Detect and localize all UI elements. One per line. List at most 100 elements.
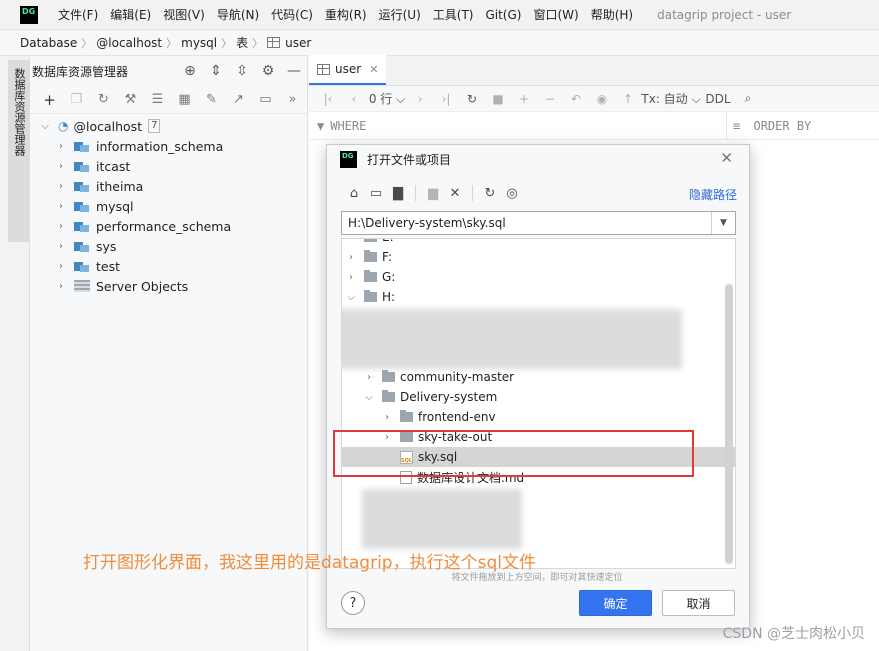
jump-to-icon[interactable]: ↗ [225,92,252,107]
project-folder-icon[interactable]: ▇ [387,186,409,201]
breadcrumb-localhost[interactable]: @localhost [96,36,162,50]
ddl-button[interactable]: DDL [701,92,735,106]
home-icon[interactable]: ⌂ [343,186,365,201]
tab-user[interactable]: user ✕ [309,55,387,85]
where-filter[interactable]: ▼ WHERE [309,111,727,140]
tree-schema-row[interactable]: › test [30,256,307,276]
next-page-icon[interactable]: › [407,92,433,106]
tree-drive-h[interactable]: ⌵ H: [342,287,735,307]
collapse-all-icon[interactable]: ⇳ [229,63,255,79]
tree-schema-row[interactable]: › itcast [30,156,307,176]
tree-schema-row[interactable]: › information_schema [30,136,307,156]
more-icon[interactable]: » [279,92,306,107]
minimize-icon[interactable]: — [281,63,307,79]
refresh-icon[interactable]: ↻ [90,92,117,107]
close-icon[interactable]: ✕ [369,63,378,76]
ok-button[interactable]: 确定 [579,590,652,616]
tree-drive-f[interactable]: › F: [342,247,735,267]
tree-schema-row[interactable]: › sys [30,236,307,256]
tree-schema-row[interactable]: › mysql [30,196,307,216]
breadcrumb-database[interactable]: Database [20,36,77,50]
menu-git[interactable]: Git(G) [479,8,527,22]
delete-row-icon[interactable]: − [537,92,563,106]
chevron-right-icon[interactable]: › [54,141,68,152]
chevron-down-icon[interactable]: ⌵ [344,292,358,303]
add-icon[interactable]: + [36,91,63,109]
tree-scrollbar[interactable] [725,284,733,564]
tree-folder-delivery[interactable]: ⌵ Delivery-system [342,387,735,407]
menu-file[interactable]: 文件(F) [52,6,104,23]
tree-drive-e[interactable]: › E: [342,239,735,247]
first-page-icon[interactable]: |‹ [315,92,341,106]
chevron-right-icon[interactable]: › [380,412,394,423]
add-row-icon[interactable]: + [511,92,537,106]
tree-schema-row[interactable]: › itheima [30,176,307,196]
edit-icon[interactable]: ✎ [198,92,225,107]
menu-edit[interactable]: 编辑(E) [104,6,157,23]
submit-icon[interactable]: ↑ [615,92,641,106]
breadcrumb-user[interactable]: user [285,36,311,50]
tree-folder-frontend[interactable]: › frontend-env [342,407,735,427]
folder-icon [382,370,395,382]
chevron-right-icon[interactable]: › [54,281,68,292]
database-explorer-tab[interactable]: 数据库资源管理器 [8,60,30,242]
chevron-down-icon[interactable]: ⌵ [362,392,376,403]
refresh-icon[interactable]: ↻ [479,186,501,201]
menu-view[interactable]: 视图(V) [157,6,211,23]
menu-navigate[interactable]: 导航(N) [211,6,265,23]
breadcrumb-mysql[interactable]: mysql [181,36,217,50]
chevron-right-icon[interactable]: › [54,161,68,172]
database-icon[interactable]: ☰ [144,92,171,107]
previous-page-icon[interactable]: ‹ [341,92,367,106]
rows-selector[interactable]: 0 行 ⌵ [367,90,407,107]
show-hidden-icon[interactable]: ◎ [501,186,523,201]
close-icon[interactable]: ✕ [720,149,733,167]
chevron-right-icon[interactable]: › [54,201,68,212]
menu-code[interactable]: 代码(C) [265,6,319,23]
copy-icon[interactable]: ❐ [63,92,90,107]
refresh-icon[interactable]: ↻ [459,92,485,106]
chevron-right-icon[interactable]: › [344,252,358,263]
delete-icon[interactable]: ✕ [444,186,466,201]
chevron-right-icon[interactable]: › [54,221,68,232]
table-editor-icon[interactable]: ▦ [171,92,198,107]
tree-host-row[interactable]: ⌵ ◔ @localhost 7 [30,116,307,136]
stop-icon[interactable]: ■ [485,92,511,106]
last-page-icon[interactable]: ›| [433,92,459,106]
orderby-filter[interactable]: ≡ ORDER BY [727,119,811,133]
tree-server-objects-row[interactable]: › Server Objects [30,276,307,296]
chevron-right-icon[interactable]: › [54,261,68,272]
sql-console-icon[interactable]: ▭ [252,92,279,107]
revert-icon[interactable]: ↶ [563,92,589,106]
menu-tools[interactable]: 工具(T) [427,6,480,23]
cancel-button[interactable]: 取消 [662,590,735,616]
preview-icon[interactable]: ◉ [589,92,615,106]
chevron-right-icon[interactable]: › [344,272,358,283]
chevron-right-icon[interactable]: › [54,181,68,192]
chevron-down-icon[interactable]: ▼ [711,212,735,234]
tree-folder-community[interactable]: › community-master [342,367,735,387]
menu-run[interactable]: 运行(U) [373,6,427,23]
breadcrumb-tables[interactable]: 表 [236,34,248,51]
new-folder-icon[interactable]: ▆ [422,186,444,201]
desktop-icon[interactable]: ▭ [365,186,387,201]
path-input[interactable]: H:\Delivery-system\sky.sql ▼ [341,211,736,235]
menu-window[interactable]: 窗口(W) [527,6,584,23]
chevron-down-icon[interactable]: ⌵ [38,121,52,132]
chevron-right-icon[interactable]: › [362,372,376,383]
hide-path-link[interactable]: 隐藏路径 [689,186,737,203]
filter-bar: ▼ WHERE ≡ ORDER BY [309,111,879,140]
help-button[interactable]: ? [341,591,365,615]
target-icon[interactable]: ⊕ [177,63,203,79]
search-icon[interactable]: ⌕ [735,91,761,106]
gear-icon[interactable]: ⚙ [255,63,281,79]
chevron-right-icon[interactable]: › [344,239,358,243]
chevron-right-icon[interactable]: › [54,241,68,252]
menu-help[interactable]: 帮助(H) [585,6,639,23]
tx-mode-selector[interactable]: Tx: 自动 ⌵ [641,90,701,107]
menu-refactor[interactable]: 重构(R) [319,6,373,23]
expand-all-icon[interactable]: ⇕ [203,63,229,79]
data-source-properties-icon[interactable]: ⚒ [117,92,144,107]
tree-drive-g[interactable]: › G: [342,267,735,287]
tree-schema-row[interactable]: › performance_schema [30,216,307,236]
